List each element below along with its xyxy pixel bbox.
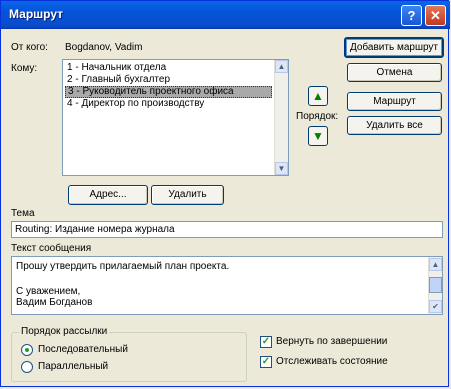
message-scrollbar[interactable]: ▲ ✔ [428,257,442,314]
subject-field[interactable]: Routing: Издание номера журнала [11,221,443,238]
title-bar[interactable]: Маршрут ? ✕ [1,1,450,29]
address-button[interactable]: Адрес... [68,185,148,205]
list-item[interactable]: 4 - Директор по производству [65,98,272,110]
scroll-up-icon[interactable]: ▲ [429,258,442,271]
radio-parallel-label[interactable]: Параллельный [38,361,108,372]
to-label: Кому: [11,63,38,74]
return-when-done-label[interactable]: Вернуть по завершении [276,336,387,347]
radio-dot-icon [25,348,29,352]
remove-all-button[interactable]: Удалить все [347,116,442,135]
add-route-button[interactable]: Добавить маршрут [344,37,444,58]
list-item[interactable]: 2 - Главный бухгалтер [65,74,272,86]
move-up-button[interactable]: ▲ [308,86,328,106]
list-item-selected[interactable]: 3 - Руководитель проектного офиса [65,86,272,98]
window-title: Маршрут [9,7,64,21]
message-line: С уважением, [16,286,81,297]
delivery-order-group: Порядок рассылки Последовательный Паралл… [11,326,247,382]
message-field[interactable]: Прошу утвердить прилагаемый план проекта… [11,256,443,315]
return-when-done-checkbox[interactable]: ✓ [260,336,272,348]
from-value: Bogdanov, Vadim [65,42,143,53]
remove-button[interactable]: Удалить [151,185,224,205]
radio-sequential-label[interactable]: Последовательный [38,344,128,355]
list-item[interactable]: 1 - Начальник отдела [65,62,272,74]
message-line: Прошу утвердить прилагаемый план проекта… [16,261,230,272]
message-label: Текст сообщения [11,243,92,254]
arrow-down-icon: ▼ [312,129,324,143]
arrow-up-icon: ▲ [312,89,324,103]
scroll-up-icon[interactable]: ▲ [275,60,288,73]
from-label: От кого: [11,42,48,53]
radio-sequential[interactable] [21,344,33,356]
scroll-down-icon[interactable]: ✔ [429,300,442,313]
radio-parallel[interactable] [21,361,33,373]
route-button[interactable]: Маршрут [347,92,442,111]
subject-label: Тема [11,208,35,219]
scroll-down-icon[interactable]: ▼ [275,162,288,175]
help-button[interactable]: ? [401,5,422,26]
move-down-button[interactable]: ▼ [308,126,328,146]
order-label: Порядок: [296,111,339,122]
recipients-list[interactable]: 1 - Начальник отдела 2 - Главный бухгалт… [62,59,289,176]
route-dialog: Маршрут ? ✕ От кого: Bogdanov, Vadim Ком… [0,0,450,387]
close-button[interactable]: ✕ [425,5,446,26]
track-status-checkbox[interactable]: ✓ [260,356,272,368]
delivery-order-legend: Порядок рассылки [19,326,110,337]
track-status-label[interactable]: Отслеживать состояние [276,356,388,367]
recipients-scrollbar[interactable]: ▲ ▼ [274,60,288,175]
cancel-button[interactable]: Отмена [347,63,442,82]
message-line: Вадим Богданов [16,297,93,308]
scroll-thumb[interactable] [429,277,442,293]
